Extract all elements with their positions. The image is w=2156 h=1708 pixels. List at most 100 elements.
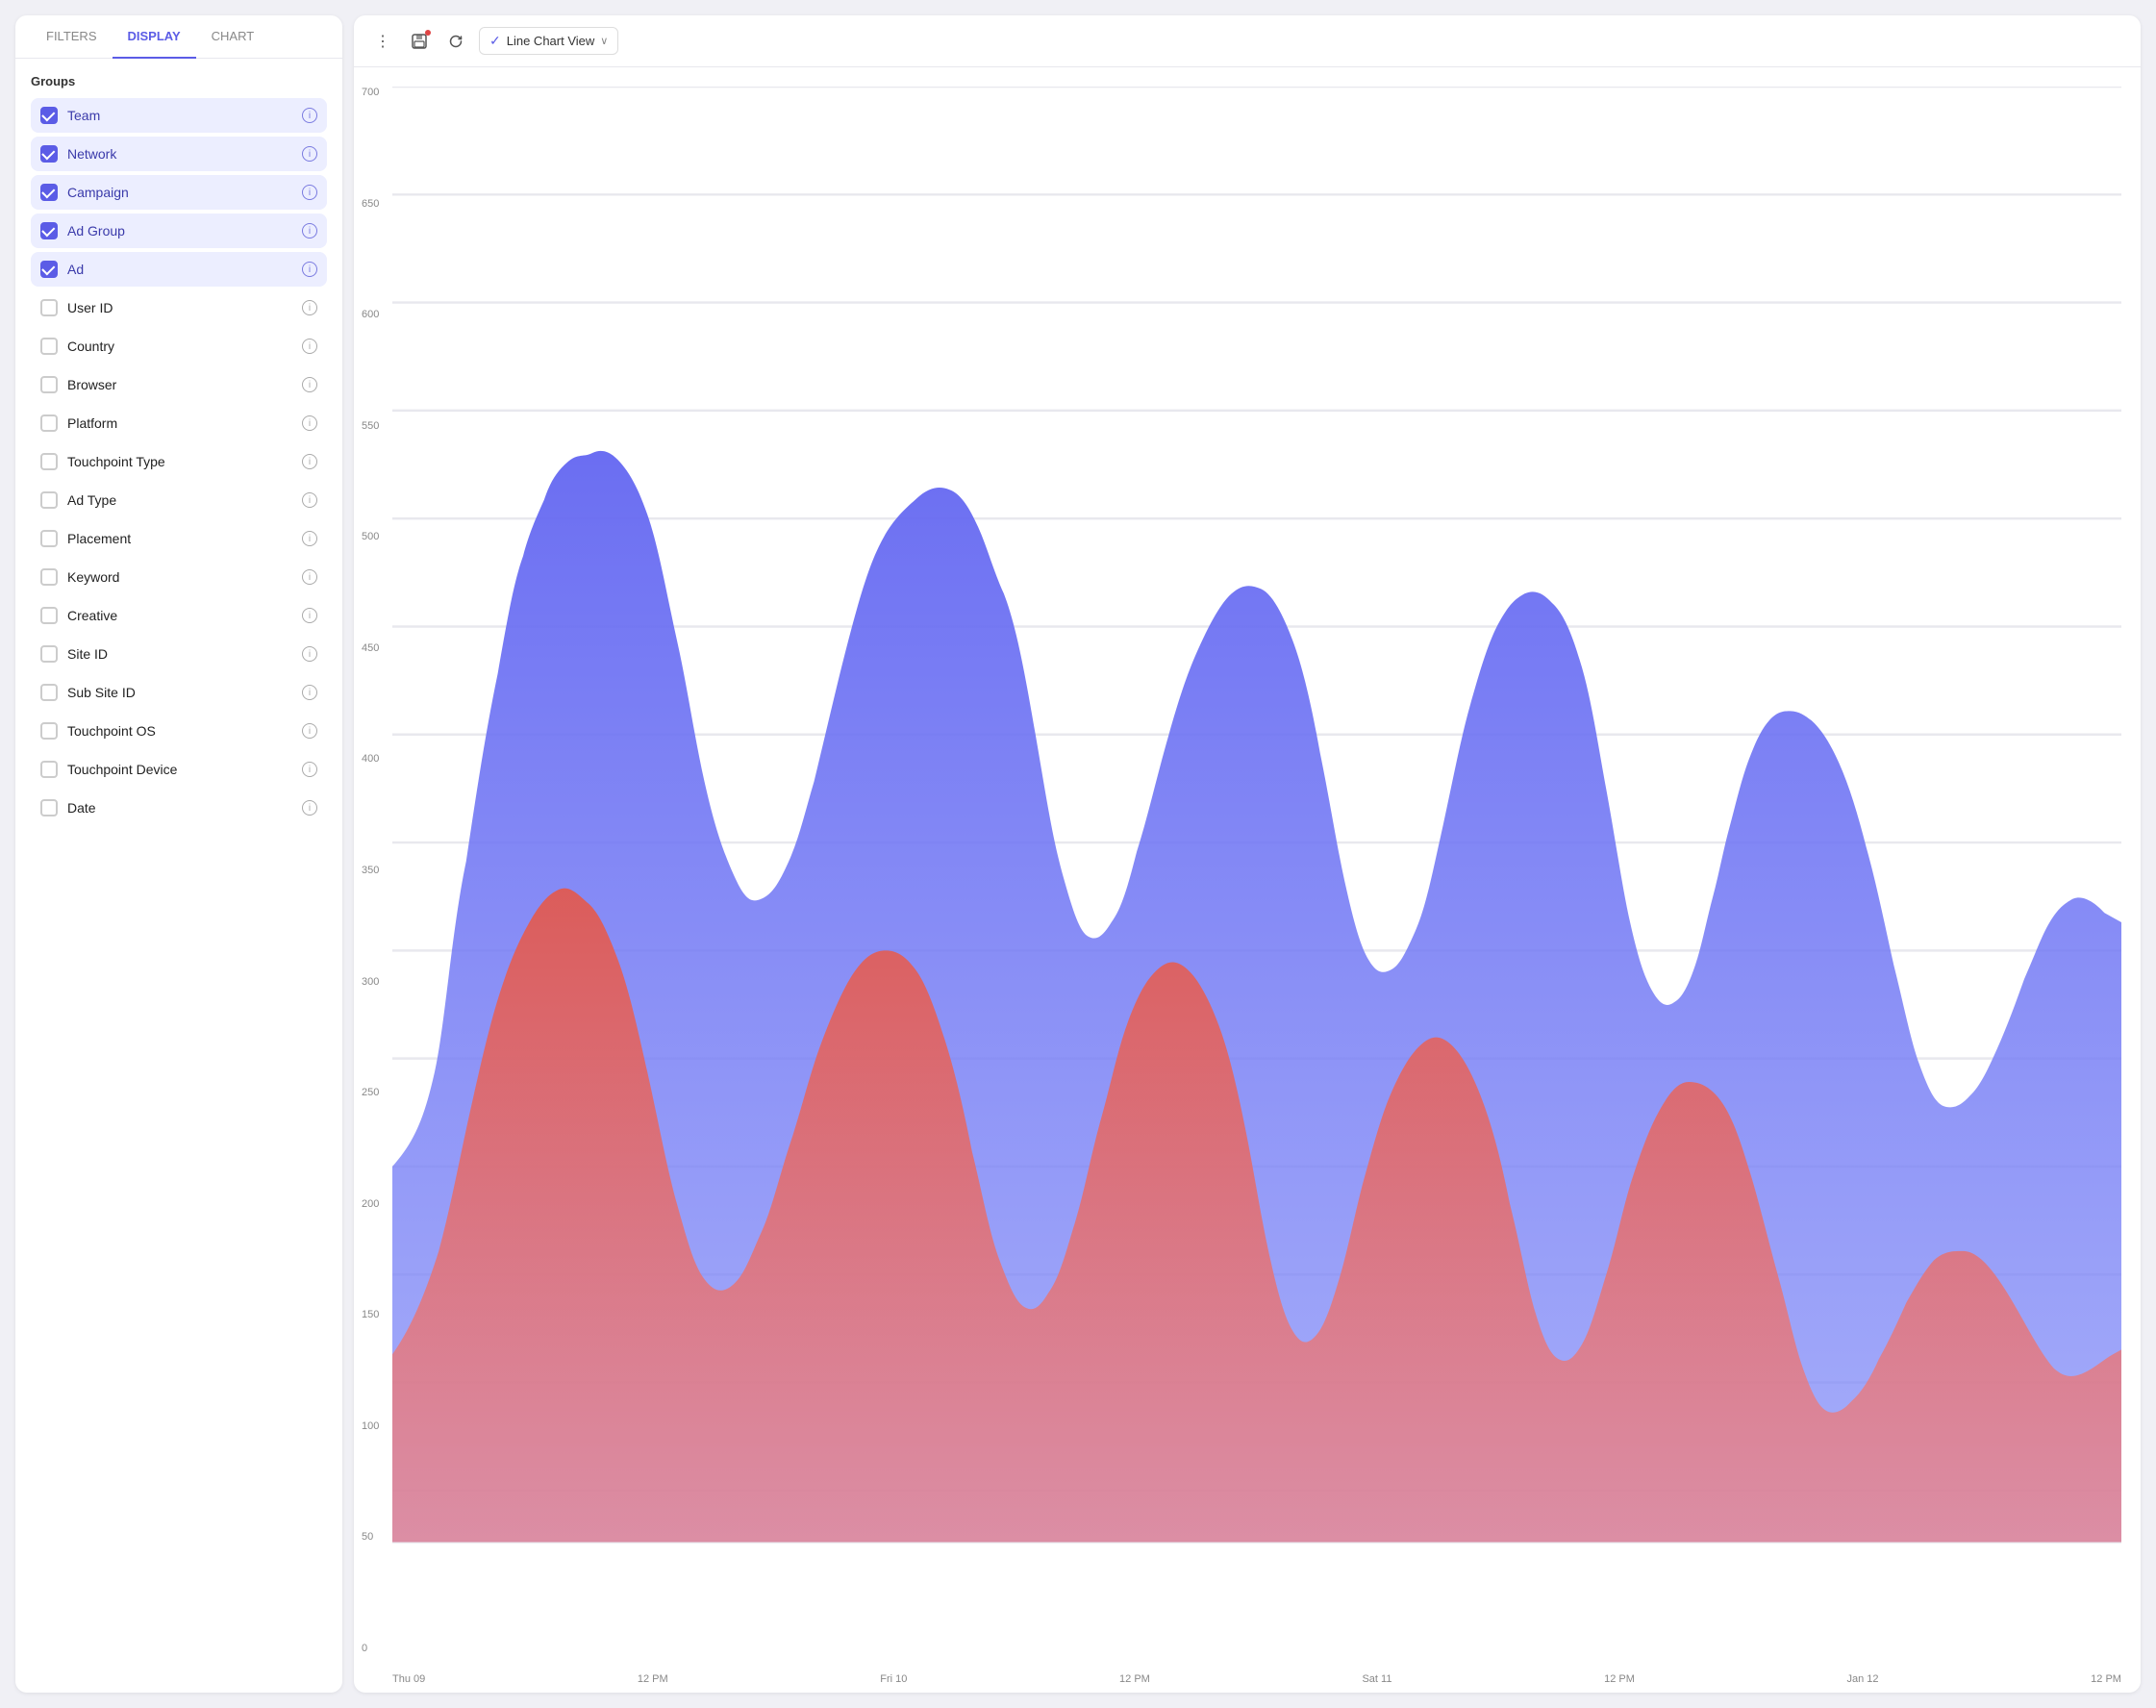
label-keyword: Keyword (67, 569, 292, 585)
chart-view-button[interactable]: ✓ Line Chart View ∨ (479, 27, 618, 55)
checkbox-user-id[interactable] (40, 299, 58, 316)
list-item-site-id[interactable]: Site ID i (31, 637, 327, 671)
label-browser: Browser (67, 377, 292, 392)
list-item-date[interactable]: Date i (31, 791, 327, 825)
checkbox-ad[interactable] (40, 261, 58, 278)
info-icon-ad-group[interactable]: i (302, 223, 317, 239)
panel-body: Groups Team i Network i Campaign i Ad Gr… (15, 59, 342, 1693)
checkbox-placement[interactable] (40, 530, 58, 547)
refresh-icon[interactable] (442, 28, 469, 55)
checkbox-ad-type[interactable] (40, 491, 58, 509)
chart-view-label: Line Chart View (507, 34, 595, 48)
right-panel: ⋮ ✓ Line Chart View ∨ (354, 15, 2141, 1693)
checkbox-site-id[interactable] (40, 645, 58, 663)
label-ad-type: Ad Type (67, 492, 292, 508)
groups-label: Groups (31, 74, 327, 88)
list-item-touchpoint-os[interactable]: Touchpoint OS i (31, 714, 327, 748)
save-icon[interactable] (406, 28, 433, 55)
x-label-fri: Fri 10 (880, 1673, 907, 1685)
info-icon-user-id[interactable]: i (302, 300, 317, 315)
x-label-thu: Thu 09 (392, 1673, 425, 1685)
checkbox-touchpoint-device[interactable] (40, 761, 58, 778)
list-item-browser[interactable]: Browser i (31, 367, 327, 402)
info-icon-touchpoint-device[interactable]: i (302, 762, 317, 777)
left-panel: FILTERS DISPLAY CHART Groups Team i Netw… (15, 15, 342, 1693)
label-touchpoint-device: Touchpoint Device (67, 762, 292, 777)
info-icon-network[interactable]: i (302, 146, 317, 162)
info-icon-keyword[interactable]: i (302, 569, 317, 585)
x-label-jan12: Jan 12 (1847, 1673, 1879, 1685)
tab-filters[interactable]: FILTERS (31, 15, 113, 59)
checkbox-team[interactable] (40, 107, 58, 124)
list-item-touchpoint-device[interactable]: Touchpoint Device i (31, 752, 327, 787)
info-icon-creative[interactable]: i (302, 608, 317, 623)
info-icon-site-id[interactable]: i (302, 646, 317, 662)
list-item-user-id[interactable]: User ID i (31, 290, 327, 325)
x-label-12pm-3: 12 PM (1604, 1673, 1635, 1685)
list-item-sub-site-id[interactable]: Sub Site ID i (31, 675, 327, 710)
info-icon-browser[interactable]: i (302, 377, 317, 392)
checkbox-date[interactable] (40, 799, 58, 816)
info-icon-ad[interactable]: i (302, 262, 317, 277)
more-options-icon[interactable]: ⋮ (369, 28, 396, 55)
checkbox-ad-group[interactable] (40, 222, 58, 239)
info-icon-placement[interactable]: i (302, 531, 317, 546)
list-item-platform[interactable]: Platform i (31, 406, 327, 440)
info-icon-touchpoint-os[interactable]: i (302, 723, 317, 739)
x-label-12pm-1: 12 PM (638, 1673, 668, 1685)
info-icon-campaign[interactable]: i (302, 185, 317, 200)
app-container: FILTERS DISPLAY CHART Groups Team i Netw… (15, 15, 2141, 1693)
checkbox-browser[interactable] (40, 376, 58, 393)
label-network: Network (67, 146, 292, 162)
checkbox-creative[interactable] (40, 607, 58, 624)
list-item-ad-group[interactable]: Ad Group i (31, 214, 327, 248)
tab-display[interactable]: DISPLAY (113, 15, 196, 59)
label-ad-group: Ad Group (67, 223, 292, 239)
info-icon-sub-site-id[interactable]: i (302, 685, 317, 700)
x-axis-labels: Thu 09 12 PM Fri 10 12 PM Sat 11 12 PM J… (392, 1673, 2121, 1685)
label-touchpoint-os: Touchpoint OS (67, 723, 292, 739)
x-label-12pm-4: 12 PM (2091, 1673, 2121, 1685)
list-item-touchpoint-type[interactable]: Touchpoint Type i (31, 444, 327, 479)
label-ad: Ad (67, 262, 292, 277)
checkbox-platform[interactable] (40, 414, 58, 432)
info-icon-platform[interactable]: i (302, 415, 317, 431)
info-icon-ad-type[interactable]: i (302, 492, 317, 508)
list-item-ad[interactable]: Ad i (31, 252, 327, 287)
list-item-ad-type[interactable]: Ad Type i (31, 483, 327, 517)
label-user-id: User ID (67, 300, 292, 315)
list-item-placement[interactable]: Placement i (31, 521, 327, 556)
list-item-creative[interactable]: Creative i (31, 598, 327, 633)
label-sub-site-id: Sub Site ID (67, 685, 292, 700)
list-item-campaign[interactable]: Campaign i (31, 175, 327, 210)
checkbox-campaign[interactable] (40, 184, 58, 201)
list-item-keyword[interactable]: Keyword i (31, 560, 327, 594)
checkbox-network[interactable] (40, 145, 58, 163)
tab-chart[interactable]: CHART (196, 15, 270, 59)
checkbox-sub-site-id[interactable] (40, 684, 58, 701)
label-placement: Placement (67, 531, 292, 546)
label-team: Team (67, 108, 292, 123)
y-axis-labels: 700 650 600 550 500 450 400 350 300 250 … (362, 87, 379, 1654)
info-icon-team[interactable]: i (302, 108, 317, 123)
tab-bar: FILTERS DISPLAY CHART (15, 15, 342, 59)
chart-area: 700 650 600 550 500 450 400 350 300 250 … (354, 67, 2141, 1693)
chart-toolbar: ⋮ ✓ Line Chart View ∨ (354, 15, 2141, 67)
x-label-12pm-2: 12 PM (1119, 1673, 1150, 1685)
info-icon-touchpoint-type[interactable]: i (302, 454, 317, 469)
checkbox-country[interactable] (40, 338, 58, 355)
list-item-country[interactable]: Country i (31, 329, 327, 364)
list-item-network[interactable]: Network i (31, 137, 327, 171)
line-chart (392, 87, 2121, 1683)
info-icon-date[interactable]: i (302, 800, 317, 816)
list-item-team[interactable]: Team i (31, 98, 327, 133)
label-creative: Creative (67, 608, 292, 623)
label-platform: Platform (67, 415, 292, 431)
checkbox-touchpoint-os[interactable] (40, 722, 58, 740)
label-date: Date (67, 800, 292, 816)
checkbox-touchpoint-type[interactable] (40, 453, 58, 470)
label-site-id: Site ID (67, 646, 292, 662)
info-icon-country[interactable]: i (302, 339, 317, 354)
chevron-down-icon: ∨ (600, 35, 608, 47)
checkbox-keyword[interactable] (40, 568, 58, 586)
